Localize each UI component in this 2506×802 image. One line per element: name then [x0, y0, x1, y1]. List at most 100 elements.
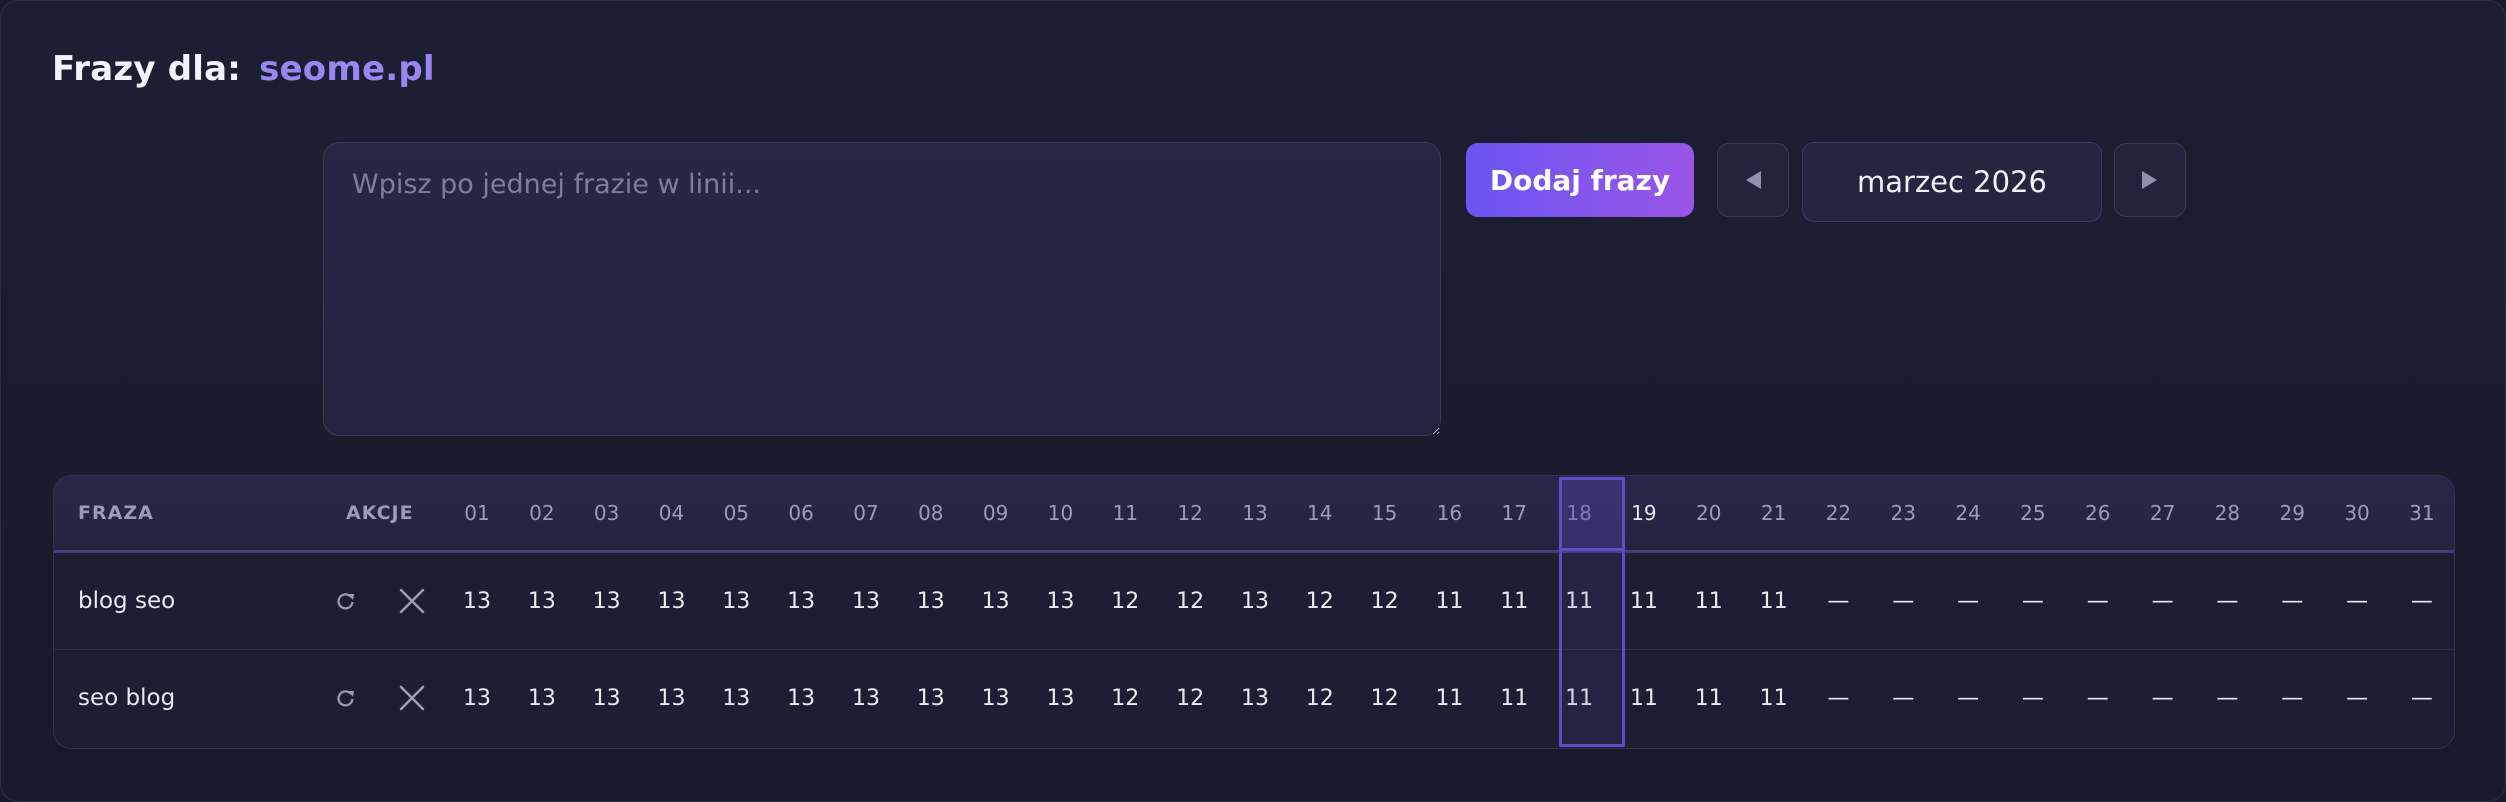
column-header-day: 04 — [658, 501, 685, 525]
position-cell: 12 — [1305, 685, 1334, 711]
position-cell: 11 — [1435, 588, 1464, 614]
refresh-icon[interactable] — [326, 650, 366, 746]
column-header-phrase: FRAZA — [78, 502, 154, 524]
position-cell: 13 — [787, 685, 816, 711]
column-header-day: 18 — [1566, 501, 1592, 525]
position-cell: — — [2216, 588, 2239, 614]
position-cell: — — [2346, 588, 2369, 614]
position-cell: 13 — [463, 685, 491, 711]
position-cell: 11 — [1565, 588, 1594, 614]
close-icon[interactable] — [392, 553, 432, 649]
position-cell: 13 — [722, 685, 751, 711]
position-cell: 13 — [1046, 685, 1075, 711]
next-month-button[interactable] — [2114, 143, 2186, 217]
position-cell: 11 — [1565, 685, 1594, 711]
page-title: Frazy dla: seome.pl — [52, 49, 435, 89]
position-cell: 13 — [463, 588, 491, 614]
position-cell: 11 — [1759, 685, 1788, 711]
position-cell: 11 — [1629, 685, 1658, 711]
position-cell: 11 — [1694, 588, 1723, 614]
column-header-day: 21 — [1760, 501, 1787, 525]
page-title-prefix: Frazy dla: — [52, 49, 242, 89]
position-cell: 13 — [592, 685, 621, 711]
position-cell: — — [1892, 588, 1915, 614]
position-cell: 13 — [527, 588, 556, 614]
position-cell: — — [2151, 685, 2174, 711]
column-header-day: 29 — [2279, 501, 2305, 525]
position-cell: 12 — [1111, 588, 1140, 614]
column-header-day: 17 — [1501, 501, 1527, 525]
position-cell: 12 — [1111, 685, 1140, 711]
position-cell: 13 — [916, 588, 945, 614]
column-header-day: 11 — [1112, 501, 1139, 525]
column-header-day: 30 — [2344, 501, 2370, 525]
column-header-day: 23 — [1890, 501, 1916, 525]
position-cell: 11 — [1629, 588, 1658, 614]
domain-name: seome.pl — [259, 49, 435, 89]
position-cell: 13 — [916, 685, 945, 711]
column-header-day: 05 — [723, 501, 750, 525]
table-row: seo blog 13 13 13 13 13 13 13 13 13 13 12 12 13 12 12 11… — [54, 650, 2454, 746]
position-cell: — — [1957, 685, 1980, 711]
position-cell: 12 — [1176, 588, 1205, 614]
column-header-day: 15 — [1371, 501, 1398, 525]
column-header-actions: AKCJE — [346, 502, 414, 524]
column-header-day: 08 — [918, 501, 944, 525]
position-cell: 13 — [981, 588, 1010, 614]
position-cell: 12 — [1370, 685, 1399, 711]
column-header-day: 25 — [2020, 501, 2046, 525]
position-cell: — — [2216, 685, 2239, 711]
position-cell: 13 — [851, 685, 880, 711]
column-header-day: 31 — [2409, 501, 2435, 525]
prev-month-button[interactable] — [1717, 143, 1789, 217]
position-cell: 13 — [851, 588, 880, 614]
phrases-panel: Frazy dla: seome.pl Dodaj frazy marzec 20… — [0, 0, 2506, 802]
triangle-right-icon — [2142, 171, 2157, 189]
position-cell: — — [1892, 685, 1915, 711]
rankings-table: FRAZA AKCJE 01 02 03 04 05 06 07 08 09 10 11 12 13 14… — [53, 475, 2455, 749]
column-header-day: 20 — [1696, 501, 1722, 525]
column-header-day: 24 — [1955, 501, 1981, 525]
position-cell: 13 — [722, 588, 751, 614]
position-cell: — — [2346, 685, 2369, 711]
position-cell: — — [2410, 685, 2433, 711]
position-cell: 11 — [1435, 685, 1464, 711]
refresh-icon[interactable] — [326, 553, 366, 649]
position-cell: 12 — [1370, 588, 1399, 614]
position-cell: — — [1827, 685, 1850, 711]
column-header-day: 10 — [1047, 501, 1074, 525]
position-cell: 12 — [1176, 685, 1205, 711]
column-header-day: 19 — [1631, 501, 1657, 525]
position-cell: 13 — [981, 685, 1010, 711]
column-header-day: 14 — [1307, 501, 1333, 525]
position-cell: 13 — [657, 588, 686, 614]
position-cell: 11 — [1694, 685, 1723, 711]
position-cell: — — [2021, 685, 2044, 711]
phrase-name: seo blog — [78, 685, 176, 711]
column-header-day: 27 — [2149, 501, 2176, 525]
table-row: blog seo 13 13 13 13 13 13 13 13 13 13 12 12 13 12 12 11… — [54, 553, 2454, 650]
position-cell: 13 — [1240, 685, 1269, 711]
close-icon[interactable] — [392, 650, 432, 746]
position-cell: 13 — [592, 588, 621, 614]
triangle-left-icon — [1746, 171, 1761, 189]
phrases-input[interactable] — [323, 142, 1441, 436]
column-header-day: 26 — [2085, 501, 2111, 525]
table-header: FRAZA AKCJE 01 02 03 04 05 06 07 08 09 10 11 12 13 14… — [54, 476, 2454, 553]
position-cell: 13 — [1046, 588, 1075, 614]
add-phrases-button[interactable]: Dodaj frazy — [1466, 143, 1694, 217]
column-header-day: 13 — [1242, 501, 1268, 525]
position-cell: — — [2410, 588, 2433, 614]
position-cell: 11 — [1759, 588, 1788, 614]
position-cell: 13 — [527, 685, 556, 711]
column-header-day: 02 — [529, 501, 555, 525]
position-cell: — — [1957, 588, 1980, 614]
column-header-day: 09 — [982, 501, 1009, 525]
column-header-day: 06 — [788, 501, 814, 525]
column-header-day: 16 — [1436, 501, 1463, 525]
phrase-name: blog seo — [78, 588, 176, 614]
month-display: marzec 2026 — [1802, 142, 2102, 222]
position-cell: — — [2086, 588, 2109, 614]
position-cell: — — [2151, 588, 2174, 614]
position-cell: 13 — [657, 685, 686, 711]
